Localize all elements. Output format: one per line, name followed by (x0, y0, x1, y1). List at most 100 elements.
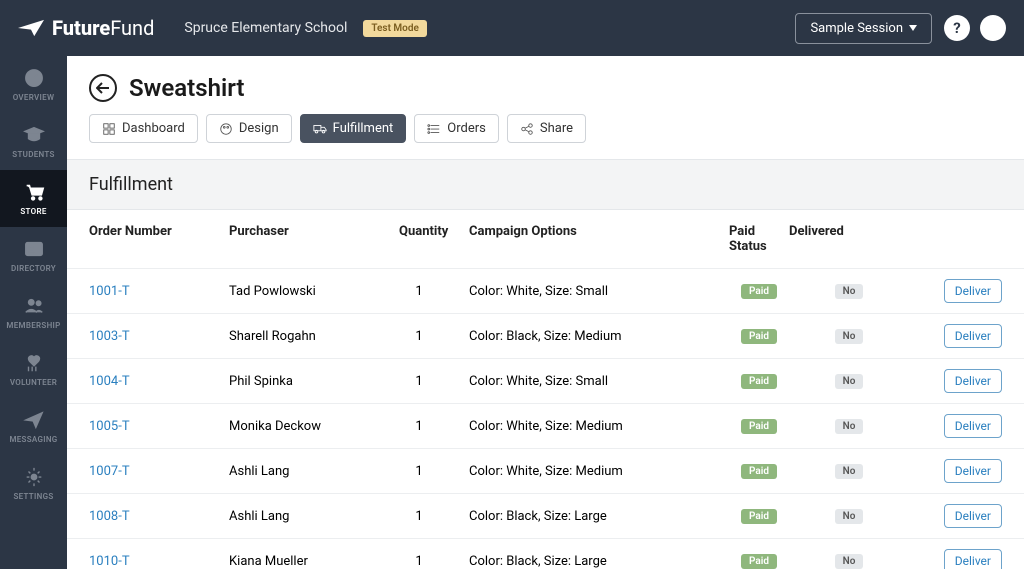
table-row: 1005-T Monika Deckow1Color: White, Size: … (67, 404, 1024, 449)
arrow-left-icon (96, 82, 110, 94)
caret-down-icon (909, 25, 917, 31)
quantity-value: 1 (399, 464, 439, 479)
send-icon (23, 409, 45, 431)
deliver-button[interactable]: Deliver (944, 324, 1002, 348)
deliver-button[interactable]: Deliver (944, 369, 1002, 393)
sidebar-item-store[interactable]: STORE (0, 170, 67, 227)
campaign-options: Color: White, Size: Medium (439, 419, 699, 434)
quantity-value: 1 (399, 284, 439, 299)
col-campaign-options: Campaign Options (439, 224, 699, 254)
sidebar-item-students[interactable]: STUDENTS (0, 113, 67, 170)
list-icon (427, 122, 441, 136)
delivered-badge: No (835, 554, 864, 569)
order-link[interactable]: 1010-T (89, 554, 130, 569)
sidebar-item-directory[interactable]: DIRECTORY (0, 227, 67, 284)
sidebar-item-messaging[interactable]: MESSAGING (0, 398, 67, 455)
test-mode-badge: Test Mode (363, 20, 426, 37)
graduation-cap-icon (23, 124, 45, 146)
tab-bar: Dashboard Design Fulfillment Orders Shar… (67, 114, 1024, 159)
users-icon (23, 295, 45, 317)
table-row: 1010-T Kiana Mueller1Color: Black, Size: … (67, 539, 1024, 569)
fulfillment-table: Order Number Purchaser Quantity Campaign… (67, 210, 1024, 569)
delivered-badge: No (835, 284, 864, 299)
quantity-value: 1 (399, 419, 439, 434)
purchaser-name: Phil Spinka (229, 374, 399, 389)
campaign-options: Color: Black, Size: Large (439, 554, 699, 569)
sidebar-item-label: SETTINGS (13, 492, 53, 501)
col-purchaser: Purchaser (229, 224, 399, 254)
hand-heart-icon (23, 352, 45, 374)
cart-icon (23, 181, 45, 203)
help-button[interactable]: ? (944, 15, 970, 41)
paid-status-badge: Paid (741, 374, 777, 389)
deliver-button[interactable]: Deliver (944, 549, 1002, 569)
tab-fulfillment[interactable]: Fulfillment (300, 114, 407, 143)
sidebar-item-label: VOLUNTEER (10, 378, 57, 387)
order-link[interactable]: 1008-T (89, 509, 130, 524)
sidebar-item-label: DIRECTORY (11, 264, 56, 273)
table-header: Order Number Purchaser Quantity Campaign… (67, 210, 1024, 269)
purchaser-name: Kiana Mueller (229, 554, 399, 569)
campaign-options: Color: Black, Size: Medium (439, 329, 699, 344)
session-label: Sample Session (810, 21, 903, 36)
quantity-value: 1 (399, 554, 439, 569)
order-link[interactable]: 1004-T (89, 374, 130, 389)
palette-icon (219, 122, 233, 136)
back-button[interactable] (89, 74, 117, 102)
tab-design[interactable]: Design (206, 114, 292, 143)
sidebar-item-settings[interactable]: SETTINGS (0, 455, 67, 512)
tab-dashboard[interactable]: Dashboard (89, 114, 198, 143)
gauge-icon (23, 67, 45, 89)
brand-logo[interactable]: FutureFund (18, 16, 154, 40)
sidebar-item-overview[interactable]: OVERVIEW (0, 56, 67, 113)
col-delivered: Delivered (789, 224, 909, 254)
col-quantity: Quantity (399, 224, 439, 254)
delivered-badge: No (835, 329, 864, 344)
order-link[interactable]: 1007-T (89, 464, 130, 479)
sidebar-item-label: STUDENTS (12, 150, 54, 159)
truck-icon (313, 122, 327, 136)
sidebar-item-label: MESSAGING (9, 435, 57, 444)
section-title: Fulfillment (67, 159, 1024, 210)
tab-orders[interactable]: Orders (414, 114, 499, 143)
order-link[interactable]: 1003-T (89, 329, 130, 344)
tab-share[interactable]: Share (507, 114, 586, 143)
col-order-number: Order Number (89, 224, 229, 254)
paid-status-badge: Paid (741, 464, 777, 479)
brand-text: FutureFund (52, 16, 154, 40)
sidebar-item-label: MEMBERSHIP (6, 321, 60, 330)
col-paid-status: Paid Status (699, 224, 789, 254)
campaign-options: Color: White, Size: Small (439, 374, 699, 389)
sidebar-item-membership[interactable]: MEMBERSHIP (0, 284, 67, 341)
paid-status-badge: Paid (741, 329, 777, 344)
deliver-button[interactable]: Deliver (944, 459, 1002, 483)
grid-icon (102, 122, 116, 136)
topbar: FutureFund Spruce Elementary School Test… (0, 0, 1024, 56)
campaign-options: Color: Black, Size: Large (439, 509, 699, 524)
purchaser-name: Monika Deckow (229, 419, 399, 434)
paid-status-badge: Paid (741, 554, 777, 569)
sidebar-item-label: OVERVIEW (13, 93, 55, 102)
delivered-badge: No (835, 419, 864, 434)
purchaser-name: Sharell Rogahn (229, 329, 399, 344)
sidebar-item-label: STORE (20, 207, 46, 216)
quantity-value: 1 (399, 509, 439, 524)
table-row: 1004-T Phil Spinka1Color: White, Size: Sm… (67, 359, 1024, 404)
table-body: 1001-TTad Powlowski1Color: White, Size: … (67, 269, 1024, 569)
deliver-button[interactable]: Deliver (944, 279, 1002, 303)
avatar[interactable] (980, 15, 1006, 41)
session-dropdown[interactable]: Sample Session (795, 13, 932, 44)
sidebar-item-volunteer[interactable]: VOLUNTEER (0, 341, 67, 398)
deliver-button[interactable]: Deliver (944, 414, 1002, 438)
order-link[interactable]: 1001-T (89, 284, 130, 299)
table-row: 1008-TAshli Lang1Color: Black, Size: Lar… (67, 494, 1024, 539)
quantity-value: 1 (399, 374, 439, 389)
campaign-options: Color: White, Size: Medium (439, 464, 699, 479)
sidebar: OVERVIEW STUDENTS STORE DIRECTORY MEMBER… (0, 56, 67, 569)
paper-plane-icon (18, 19, 44, 37)
delivered-badge: No (835, 374, 864, 389)
table-row: 1001-TTad Powlowski1Color: White, Size: … (67, 269, 1024, 314)
order-link[interactable]: 1005-T (89, 419, 130, 434)
deliver-button[interactable]: Deliver (944, 504, 1002, 528)
id-card-icon (23, 238, 45, 260)
